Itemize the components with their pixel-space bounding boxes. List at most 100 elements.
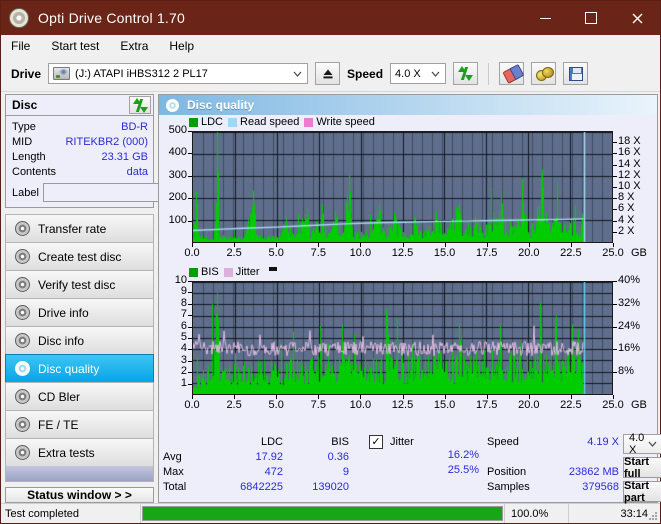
y-axis-tick-mark (188, 176, 192, 177)
disc-icon (15, 333, 30, 348)
disc-row-mid: MID RITEKBR2 (000) (12, 134, 148, 149)
x-axis-tick-label: 20.0 (515, 399, 543, 411)
save-button[interactable] (563, 62, 588, 85)
menu-help[interactable]: Help (167, 38, 196, 54)
sidebar-item-create-test-disc[interactable]: Create test disc (5, 242, 154, 270)
disc-length-key: Length (12, 151, 46, 163)
drive-select[interactable]: (J:) ATAPI iHBS312 2 PL17 (48, 63, 308, 84)
stats-bis-max: 9 (289, 466, 355, 478)
disc-icon (15, 249, 30, 264)
x-axis-tick-label: 20.0 (515, 247, 543, 259)
disc-row-type: Type BD-R (12, 119, 148, 134)
close-button[interactable] (614, 1, 660, 35)
menu-extra[interactable]: Extra (118, 38, 150, 54)
legend-entry-ldc: LDC (189, 116, 223, 128)
disc-icon (15, 221, 30, 236)
status-window-button[interactable]: Status window > > (5, 487, 154, 503)
sidebar-item-cd-bler[interactable]: CD Bler (5, 382, 154, 410)
y-axis-tick-mark (188, 281, 192, 282)
y-axis-tick-mark (188, 153, 192, 154)
bis-plot-wrap: 123456789108%16%24%32%40%0.02.55.07.510.… (159, 265, 657, 417)
stats-bis-avg: 0.36 (289, 451, 355, 463)
legend-swatch-jitter (224, 268, 233, 277)
y-axis-tick-label: 2 (159, 365, 187, 377)
y2-axis-tick-mark (613, 304, 617, 305)
x-axis-tick-mark (487, 243, 488, 247)
x-axis-tick-label: 5.0 (262, 247, 290, 259)
disc-icon (15, 277, 30, 292)
stats-row-label-total: Total (163, 481, 203, 493)
eject-button[interactable] (315, 62, 340, 85)
menu-bar: File Start test Extra Help (1, 35, 660, 56)
speed-select-value: 4.0 X (395, 68, 422, 80)
start-full-button[interactable]: Start full (623, 457, 661, 478)
disc-icon (15, 445, 30, 460)
app-window: Opti Drive Control 1.70 File Start test … (0, 0, 661, 524)
stats-bis-total: 139020 (289, 481, 355, 493)
quality-pane: Disc quality LDC Read speed (158, 94, 658, 503)
sidebar-item-disc-quality[interactable]: Disc quality (5, 354, 154, 382)
sidebar-item-extra-tests[interactable]: Extra tests (5, 438, 154, 466)
disc-panel-title: Disc (12, 98, 37, 112)
x-axis-tick-mark (318, 243, 319, 247)
sidebar-item-fe-te[interactable]: FE / TE (5, 410, 154, 438)
x-axis-tick-label: 2.5 (220, 399, 248, 411)
x-axis-tick-mark (571, 243, 572, 247)
tools-button[interactable] (531, 62, 556, 85)
menu-file[interactable]: File (9, 38, 32, 54)
refresh-drive-button[interactable] (453, 62, 478, 85)
refresh-icon (458, 66, 473, 81)
elapsed-time: 33:14 (568, 504, 660, 523)
y2-axis-tick-label: 8% (618, 365, 634, 377)
sidebar-item-disc-info[interactable]: Disc info (5, 326, 154, 354)
samples-label: Samples (487, 481, 543, 493)
jitter-box: ✓ Jitter 16.2% 25.5% (369, 434, 479, 502)
title-bar: Opti Drive Control 1.70 (1, 1, 660, 35)
legend-label-read-speed: Read speed (240, 116, 299, 128)
sidebar-item-label: FE / TE (38, 418, 78, 432)
stats-row-label-max: Max (163, 466, 203, 478)
position-label: Position (487, 466, 543, 478)
sidebar-item-label: Verify test disc (38, 278, 115, 292)
y2-axis-tick-label: 24% (618, 320, 640, 332)
x-axis-tick-mark (192, 243, 193, 247)
jitter-checkbox[interactable]: ✓ (369, 435, 383, 449)
charts-area: LDC Read speed Write speed (159, 115, 657, 430)
jitter-max-value: 25.5% (369, 464, 479, 479)
y-axis-tick-label: 100 (159, 214, 187, 226)
maximize-button[interactable] (568, 1, 614, 35)
y2-axis-tick-mark (613, 232, 617, 233)
x-axis-tick-label: 25.0 (599, 399, 627, 411)
menu-start-test[interactable]: Start test (49, 38, 101, 54)
sidebar-item-drive-info[interactable]: Drive info (5, 298, 154, 326)
y-axis-tick-mark (188, 372, 192, 373)
disc-refresh-button[interactable] (129, 96, 151, 114)
stats-ldc-total: 6842225 (203, 481, 289, 493)
disc-icon (15, 305, 30, 320)
test-speed-select[interactable]: 4.0 X (623, 434, 661, 454)
status-message: Test completed (1, 504, 141, 523)
resize-grip[interactable] (648, 511, 658, 521)
x-axis-tick-label: 15.0 (431, 247, 459, 259)
sidebar-item-label: Disc info (38, 334, 84, 348)
legend-entry-jitter: Jitter (224, 266, 260, 278)
y-axis-tick-mark (188, 198, 192, 199)
chevron-down-icon (427, 71, 443, 77)
x-axis-tick-label: 17.5 (473, 399, 501, 411)
x-axis-tick-mark (445, 243, 446, 247)
speed-select[interactable]: 4.0 X (390, 63, 446, 84)
disc-type-value: BD-R (121, 121, 148, 133)
erase-button[interactable] (499, 62, 524, 85)
sidebar-item-verify-test-disc[interactable]: Verify test disc (5, 270, 154, 298)
disc-label-row: Label (12, 182, 148, 203)
sidebar-item-transfer-rate[interactable]: Transfer rate (5, 214, 154, 242)
legend-swatch-write-speed (304, 118, 313, 127)
start-part-button[interactable]: Start part (623, 481, 661, 502)
sidebar-item-label: Transfer rate (38, 222, 106, 236)
x-axis-tick-label: 7.5 (304, 247, 332, 259)
y2-axis-tick-label: 2 X (618, 225, 635, 237)
minimize-button[interactable] (522, 1, 568, 35)
page-title: Disc quality (187, 98, 254, 112)
legend-label-ldc: LDC (201, 116, 223, 128)
y2-axis-tick-label: 16 X (618, 146, 641, 158)
